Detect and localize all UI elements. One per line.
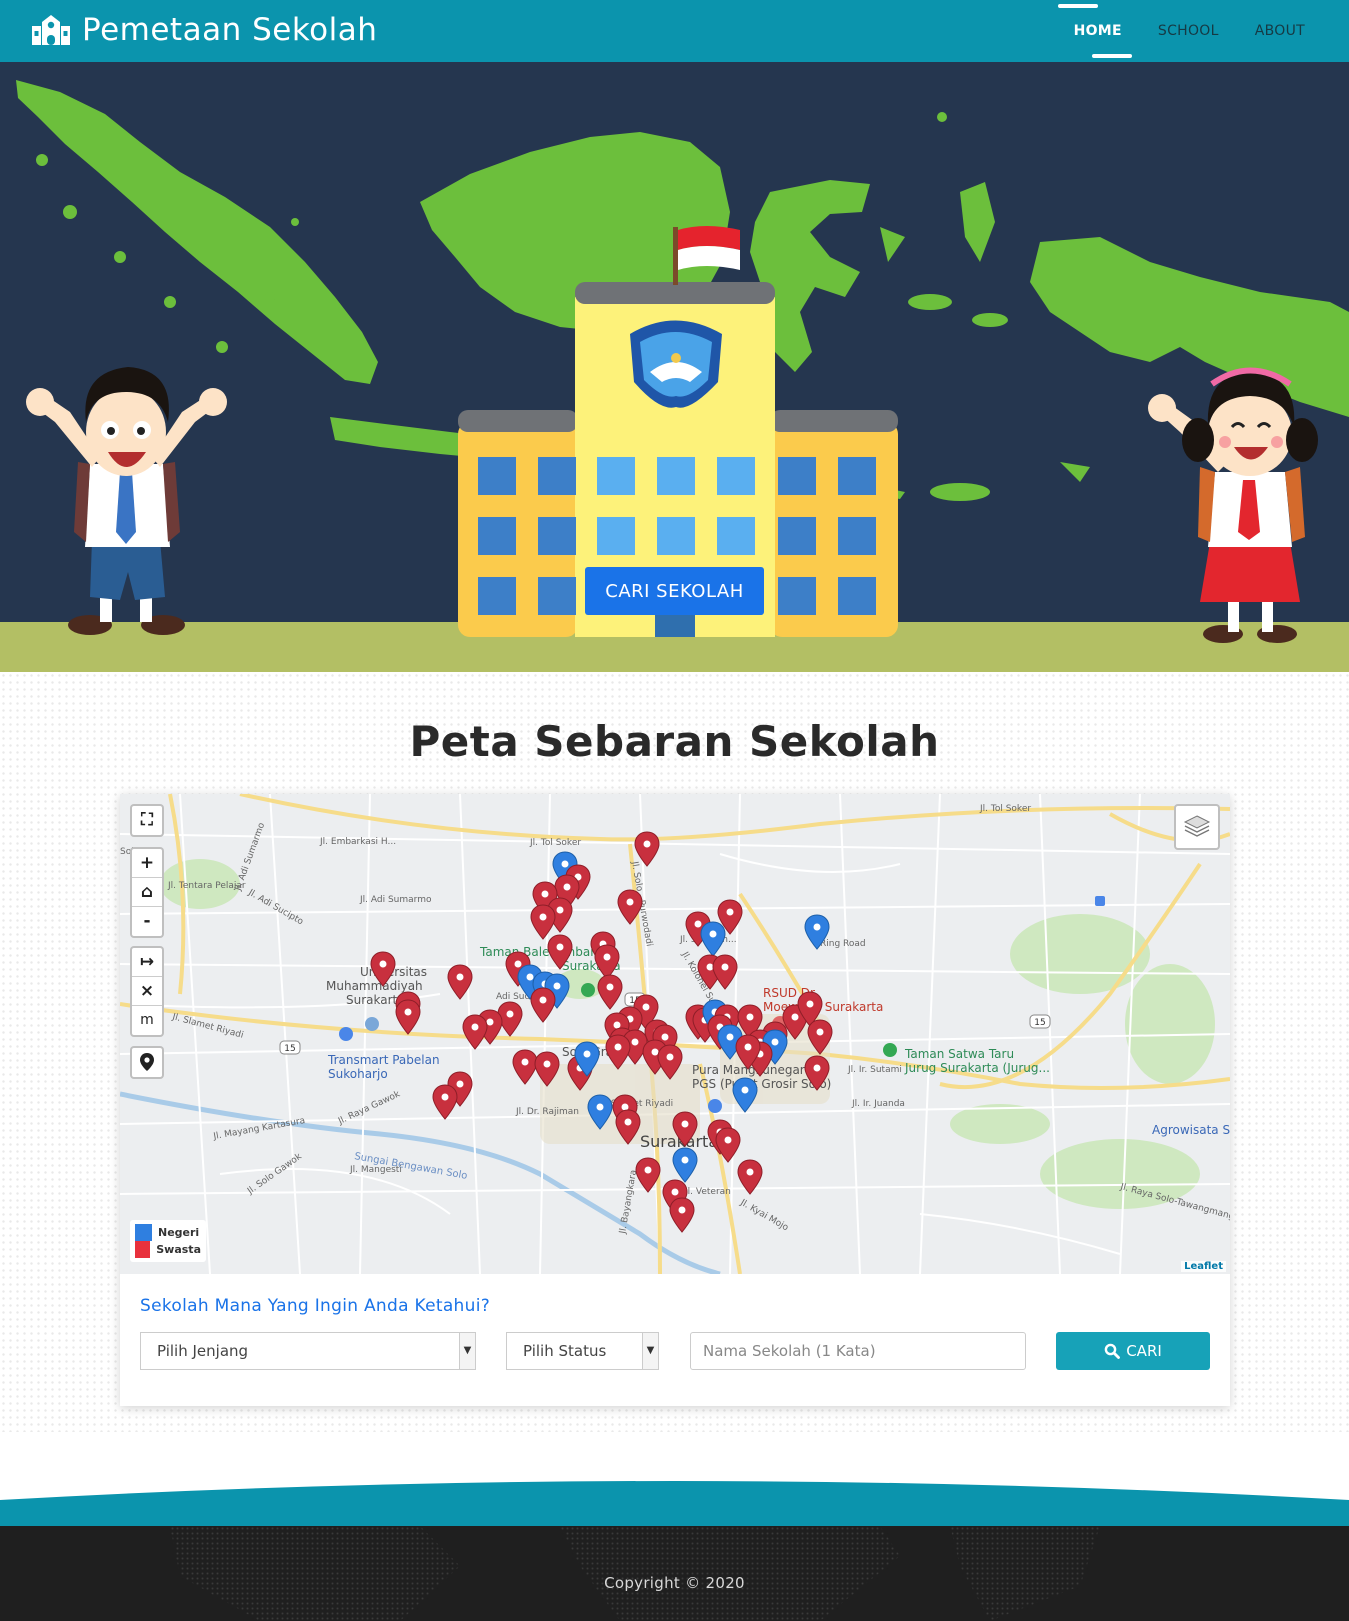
fullscreen-control: ⛶ [130,804,164,837]
legend-label: Swasta [156,1243,201,1256]
home-icon[interactable]: ⌂ [132,878,162,907]
search-button-label: CARI [1126,1342,1162,1360]
footer-wave [0,1432,1349,1526]
legend-negeri: Negeri [135,1224,201,1241]
hero-banner: CARI SEKOLAH [0,62,1349,672]
navbar: Pemetaan Sekolah HOME SCHOOL ABOUT [0,0,1349,62]
poi-label: Taman Satwa Taru [904,1047,1014,1061]
search-button[interactable]: CARI [1056,1332,1210,1370]
poi-label: Muhammadiyah [326,979,423,993]
brand-link[interactable]: Pemetaan Sekolah [30,8,377,52]
map-label: Jl. Adi Sumarmo [359,895,432,905]
layers-icon[interactable] [1174,804,1220,850]
map-label: Jl. Tentara Pelajar [167,881,246,891]
map-label: Jl. Mangesti [349,1165,402,1175]
university-icon [365,1017,379,1031]
unit-button[interactable]: m [132,1006,162,1035]
poi-label: Agrowisata S [1152,1123,1230,1137]
zoo-icon [883,1043,897,1057]
chevron-down-icon: ▼ [459,1333,475,1369]
route-label: 15 [1034,1018,1045,1028]
nav-school[interactable]: SCHOOL [1158,23,1219,39]
locate-control [130,1046,164,1079]
poi-label: Moewardi Surakarta [763,1000,883,1014]
nav-home[interactable]: HOME [1057,4,1132,58]
map-label: Jl. Tol Soker [529,838,581,848]
poi-label: Taman Balekambang [479,945,605,959]
search-form-title: Sekolah Mana Yang Ingin Anda Ketahui? [140,1296,491,1316]
poi-label: Sukoharjo [328,1067,388,1081]
school-icon [32,15,70,45]
brand-title: Pemetaan Sekolah [82,12,378,48]
clear-measure-button[interactable]: × [132,977,162,1006]
map-label: Jl. Ir. Sutami [847,1065,902,1075]
map-card: 15 15 15 Jl. Tol Soker Jl. Tol Soker Jl.… [120,794,1230,1406]
park-icon [581,983,595,997]
cari-sekolah-button[interactable]: CARI SEKOLAH [585,567,764,615]
map-legend: Negeri Swasta [130,1220,206,1262]
legend-swasta: Swasta [135,1241,201,1258]
route-label: 15 [284,1044,295,1054]
map-label: Jl. Embarkasi H... [319,837,396,847]
legend-swatch [135,1224,152,1241]
main-nav: HOME SCHOOL ABOUT [1038,0,1305,62]
footer: Copyright © 2020 [0,1526,1349,1621]
status-select[interactable]: Pilih Status ▼ [506,1332,659,1370]
copyright-text: Copyright © 2020 [604,1574,745,1592]
map-section: Peta Sebaran Sekolah 15 15 Jl. Tol Soker… [0,672,1349,1432]
boy-character [26,367,227,635]
zoom-out-button[interactable]: - [132,907,162,936]
locate-pin-icon[interactable] [132,1048,162,1077]
poi-label: Jurug Surakarta (Jurug... [904,1061,1050,1075]
map-label: Jl. Ir. Juanda [851,1099,905,1109]
jenjang-select[interactable]: Pilih Jenjang ▼ [140,1332,476,1370]
map-label: Jl. Veteran [684,1187,731,1197]
map-tiles: 15 15 15 Jl. Tol Soker Jl. Tol Soker Jl.… [120,794,1230,1274]
map-label: Jl. Dr. Rajiman [515,1107,579,1117]
map-label: Ring Road [820,939,866,949]
section-title: Peta Sebaran Sekolah [409,717,940,766]
zoom-in-button[interactable]: + [132,849,162,878]
legend-label: Negeri [158,1226,200,1239]
search-icon [1104,1343,1121,1359]
school-name-input[interactable] [690,1332,1026,1370]
leaflet-attribution[interactable]: Leaflet [1181,1261,1226,1272]
chevron-down-icon: ▼ [642,1333,658,1369]
girl-character [1148,367,1318,643]
poi-label: Transmart Pabelan [327,1053,440,1067]
jenjang-select-value: Pilih Jenjang [157,1342,249,1360]
zoom-control: + ⌂ - [130,847,164,938]
measure-control: ↦ × m [130,946,164,1037]
fullscreen-icon[interactable]: ⛶ [132,806,162,835]
measure-icon[interactable]: ↦ [132,948,162,977]
legend-swatch [135,1241,151,1258]
nav-about[interactable]: ABOUT [1255,23,1305,39]
status-select-value: Pilih Status [523,1342,607,1360]
shopping-icon [339,1027,353,1041]
school-map[interactable]: 15 15 15 Jl. Tol Soker Jl. Tol Soker Jl.… [120,794,1230,1274]
shopping-icon [708,1099,722,1113]
map-label: Jl. Tol Soker [979,804,1031,814]
transit-icon [1095,896,1105,906]
